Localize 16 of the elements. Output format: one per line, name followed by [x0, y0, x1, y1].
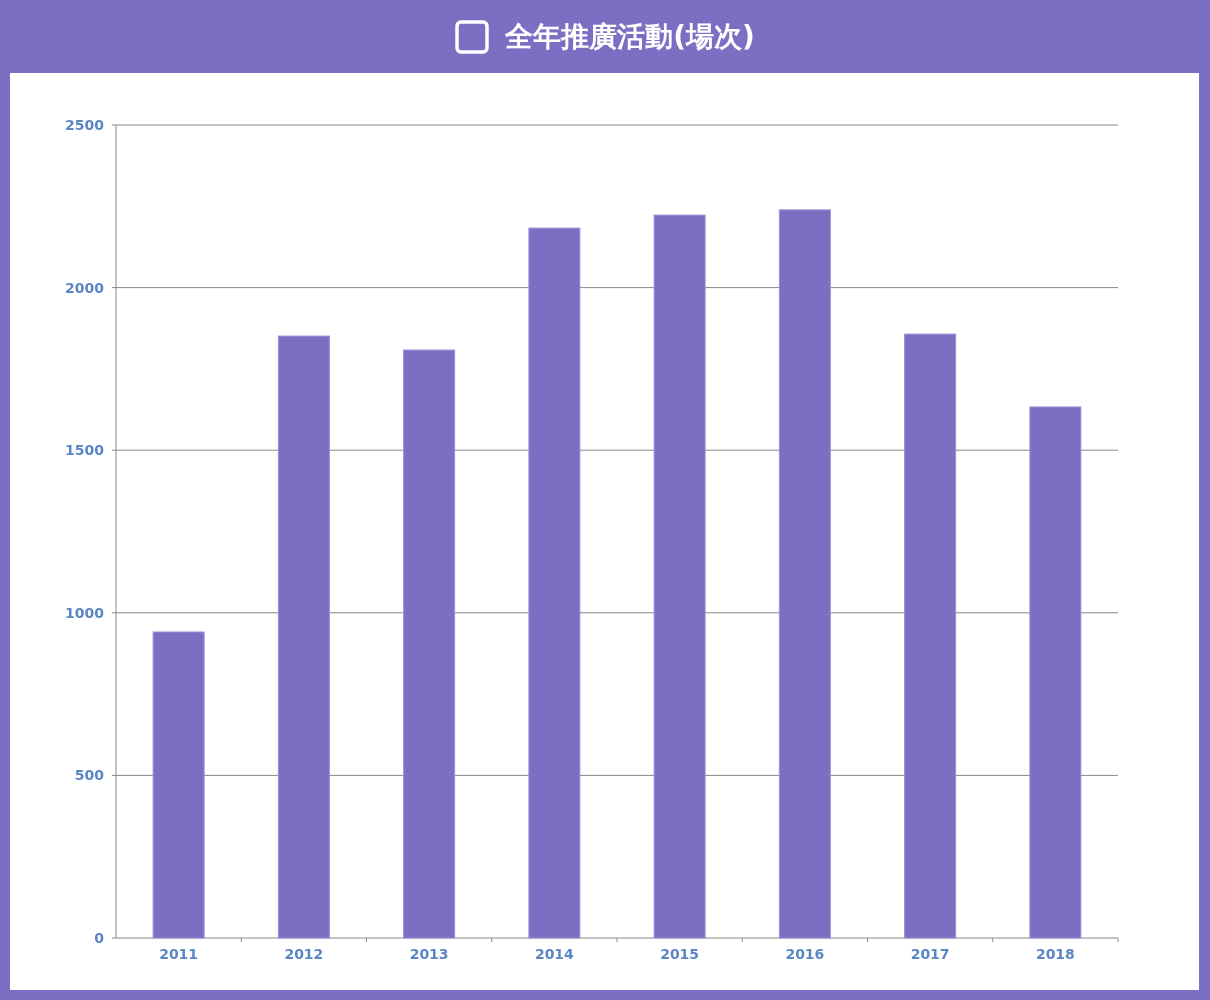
- x-tick-label: 2017: [910, 946, 950, 962]
- y-tick-label: 2500: [65, 117, 104, 133]
- x-tick-label: 2015: [660, 946, 700, 962]
- x-tick-label: 2018: [1035, 946, 1075, 962]
- x-tick-label: 2016: [785, 946, 825, 962]
- y-tick-label: 0: [94, 930, 104, 946]
- y-tick-label: 2000: [65, 279, 104, 296]
- y-tick-label: 500: [74, 767, 104, 784]
- x-tick-label: 2011: [159, 946, 199, 962]
- y-tick-label: 1000: [65, 604, 104, 621]
- square-icon: [455, 19, 490, 54]
- y-tick-label: 1500: [65, 442, 104, 459]
- x-tick-label: 2012: [284, 946, 324, 962]
- chart-title: 全年推廣活動(場次): [505, 18, 755, 55]
- x-tick-label: 2013: [409, 946, 449, 962]
- x-tick-label: 2014: [534, 946, 574, 962]
